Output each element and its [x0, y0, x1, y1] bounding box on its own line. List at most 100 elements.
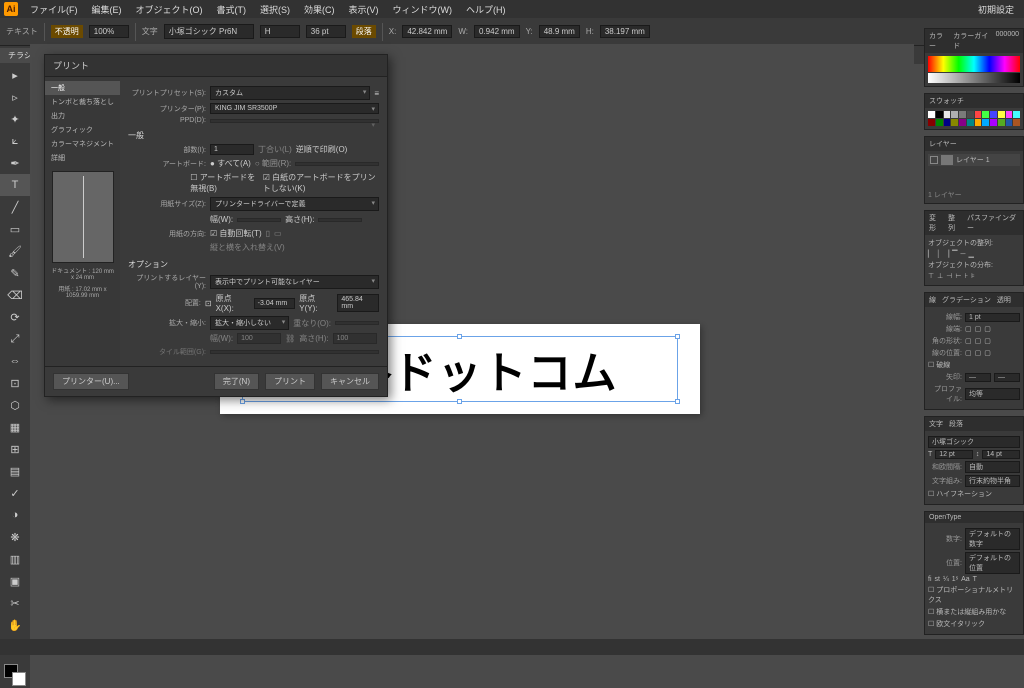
ab-ignore-check[interactable]: ☐ アートボードを無視(B) — [190, 172, 258, 194]
swatch[interactable] — [959, 111, 966, 118]
print-button[interactable]: プリント — [265, 373, 315, 390]
scale-tool[interactable]: ⤢ — [0, 328, 30, 350]
arrow-start[interactable]: — — [965, 373, 991, 382]
stroke-swatch[interactable] — [12, 672, 26, 686]
artboard-tool[interactable]: ▣ — [0, 570, 30, 592]
swatch[interactable] — [928, 111, 935, 118]
size-select[interactable]: プリンタードライバーで定義 — [210, 197, 379, 211]
char-font[interactable]: 小塚ゴシック — [928, 436, 1020, 448]
swatch[interactable] — [982, 111, 989, 118]
ot-opt2[interactable]: ☐ 横または縦組み用かな — [928, 607, 1006, 617]
width-tool[interactable]: ⇔ — [0, 350, 30, 372]
sal-in-icon[interactable]: ▢ — [975, 349, 982, 357]
printer-select[interactable]: KING JIM SR3500P — [210, 103, 379, 114]
swatch[interactable] — [959, 119, 966, 126]
hyphen-check[interactable]: ☐ ハイフネーション — [928, 489, 992, 499]
type-tool[interactable]: T — [0, 174, 30, 196]
shape-builder-tool[interactable]: ⬡ — [0, 394, 30, 416]
swatch[interactable] — [998, 119, 1005, 126]
visibility-icon[interactable] — [930, 156, 938, 164]
color-tab[interactable]: カラー — [929, 31, 947, 51]
colorguide-tab[interactable]: カラーガイド — [953, 31, 989, 51]
ot-icon6[interactable]: T — [973, 576, 977, 583]
ab-range-radio[interactable]: ○ 範囲(R): — [255, 158, 291, 169]
eyedropper-tool[interactable]: ✓ — [0, 482, 30, 504]
orient-auto-check[interactable]: ☑ 自動回転(T) — [210, 228, 262, 239]
magic-wand-tool[interactable]: ✦ — [0, 108, 30, 130]
paintbrush-tool[interactable]: 🖌 — [0, 240, 30, 262]
cap-round-icon[interactable]: ▢ — [975, 325, 982, 333]
swatch[interactable] — [944, 119, 951, 126]
sal-center-icon[interactable]: ▢ — [965, 349, 972, 357]
printer-setup-button[interactable]: プリンター(U)... — [53, 373, 129, 390]
char-size[interactable]: 12 pt — [935, 450, 973, 459]
ot-icon4[interactable]: 1ˢ — [952, 576, 958, 583]
ot-opt1[interactable]: ☐ プロポーショナルメトリクス — [928, 585, 1020, 605]
join-bevel-icon[interactable]: ▢ — [984, 337, 991, 345]
menu-object[interactable]: オブジェクト(O) — [130, 1, 209, 18]
reverse-check[interactable]: 逆順で印刷(O) — [296, 144, 348, 155]
scale-select[interactable]: 拡大・縮小しない — [210, 316, 289, 330]
dist-hc-icon[interactable]: ⊦ — [964, 272, 968, 280]
handle-br[interactable] — [675, 399, 680, 404]
handle-tr[interactable] — [675, 334, 680, 339]
font-family[interactable]: 小塚ゴシック Pr6N — [164, 24, 254, 39]
ab-skip-check[interactable]: ☑ 白紙のアートボードをプリントしない(K) — [263, 172, 379, 194]
menu-select[interactable]: 選択(S) — [254, 1, 296, 18]
handle-bm[interactable] — [457, 399, 462, 404]
sidebar-colormgmt[interactable]: カラーマネジメント — [45, 137, 120, 151]
swatch[interactable] — [975, 119, 982, 126]
hex-value[interactable]: 000000 — [996, 31, 1019, 51]
paragraph-chip[interactable]: 段落 — [352, 25, 376, 38]
rotate-tool[interactable]: ⟳ — [0, 306, 30, 328]
layer-row[interactable]: レイヤー 1 — [928, 154, 1020, 166]
link-icon[interactable]: ⛓ — [285, 334, 295, 343]
preset-save-icon[interactable]: ≡ — [374, 89, 379, 98]
align-vcenter-icon[interactable]: ─ — [961, 251, 966, 258]
opentype-tab[interactable]: OpenType — [929, 514, 961, 521]
symbol-sprayer-tool[interactable]: ❋ — [0, 526, 30, 548]
swatch[interactable] — [990, 111, 997, 118]
fig-select[interactable]: デフォルトの数字 — [965, 528, 1020, 550]
sidebar-general[interactable]: 一般 — [45, 81, 120, 95]
swatch[interactable] — [936, 111, 943, 118]
sidebar-marks[interactable]: トンボと裁ち落とし — [45, 95, 120, 109]
ot-icon1[interactable]: fi — [928, 576, 932, 583]
fill-stroke-swatches[interactable] — [0, 662, 30, 688]
font-size[interactable]: 36 pt — [306, 25, 346, 38]
align-tab[interactable]: 整列 — [948, 213, 961, 233]
swatch[interactable] — [944, 111, 951, 118]
copies-input[interactable]: 1 — [210, 144, 254, 155]
swatch[interactable] — [975, 111, 982, 118]
menu-effect[interactable]: 効果(C) — [298, 1, 341, 18]
menu-view[interactable]: 表示(V) — [343, 1, 385, 18]
transparency-tab[interactable]: 透明 — [997, 295, 1011, 305]
line-tool[interactable]: ╱ — [0, 196, 30, 218]
font-style[interactable]: H — [260, 25, 300, 38]
ot-icon2[interactable]: st — [935, 576, 940, 583]
y-value[interactable]: 48.9 mm — [539, 25, 580, 38]
px-input[interactable]: -3.04 mm — [254, 298, 296, 309]
swatch[interactable] — [990, 119, 997, 126]
layer-name[interactable]: レイヤー 1 — [956, 155, 990, 165]
stroke-tab[interactable]: 線 — [929, 295, 936, 305]
x-value[interactable]: 42.842 mm — [402, 25, 452, 38]
swatch[interactable] — [1013, 111, 1020, 118]
dist-top-icon[interactable]: ⊤ — [928, 272, 934, 280]
direct-selection-tool[interactable]: ▹ — [0, 86, 30, 108]
pos-select[interactable]: デフォルトの位置 — [965, 552, 1020, 574]
cancel-button[interactable]: キャンセル — [321, 373, 379, 390]
align-bottom-icon[interactable]: ▁ — [969, 250, 974, 258]
char-tab[interactable]: 文字 — [929, 419, 943, 429]
swatch[interactable] — [936, 119, 943, 126]
ot-icon3[interactable]: ¼ — [943, 576, 949, 583]
dist-left-icon[interactable]: ⊢ — [955, 272, 961, 280]
kerning-value[interactable]: 自動 — [965, 461, 1020, 473]
menu-type[interactable]: 書式(T) — [211, 1, 253, 18]
menu-help[interactable]: ヘルプ(H) — [460, 1, 512, 18]
gradient-tab[interactable]: グラデーション — [942, 295, 991, 305]
dist-bot-icon[interactable]: ⊣ — [946, 272, 952, 280]
join-miter-icon[interactable]: ▢ — [965, 337, 972, 345]
handle-tm[interactable] — [457, 334, 462, 339]
para-tab[interactable]: 段落 — [949, 419, 963, 429]
